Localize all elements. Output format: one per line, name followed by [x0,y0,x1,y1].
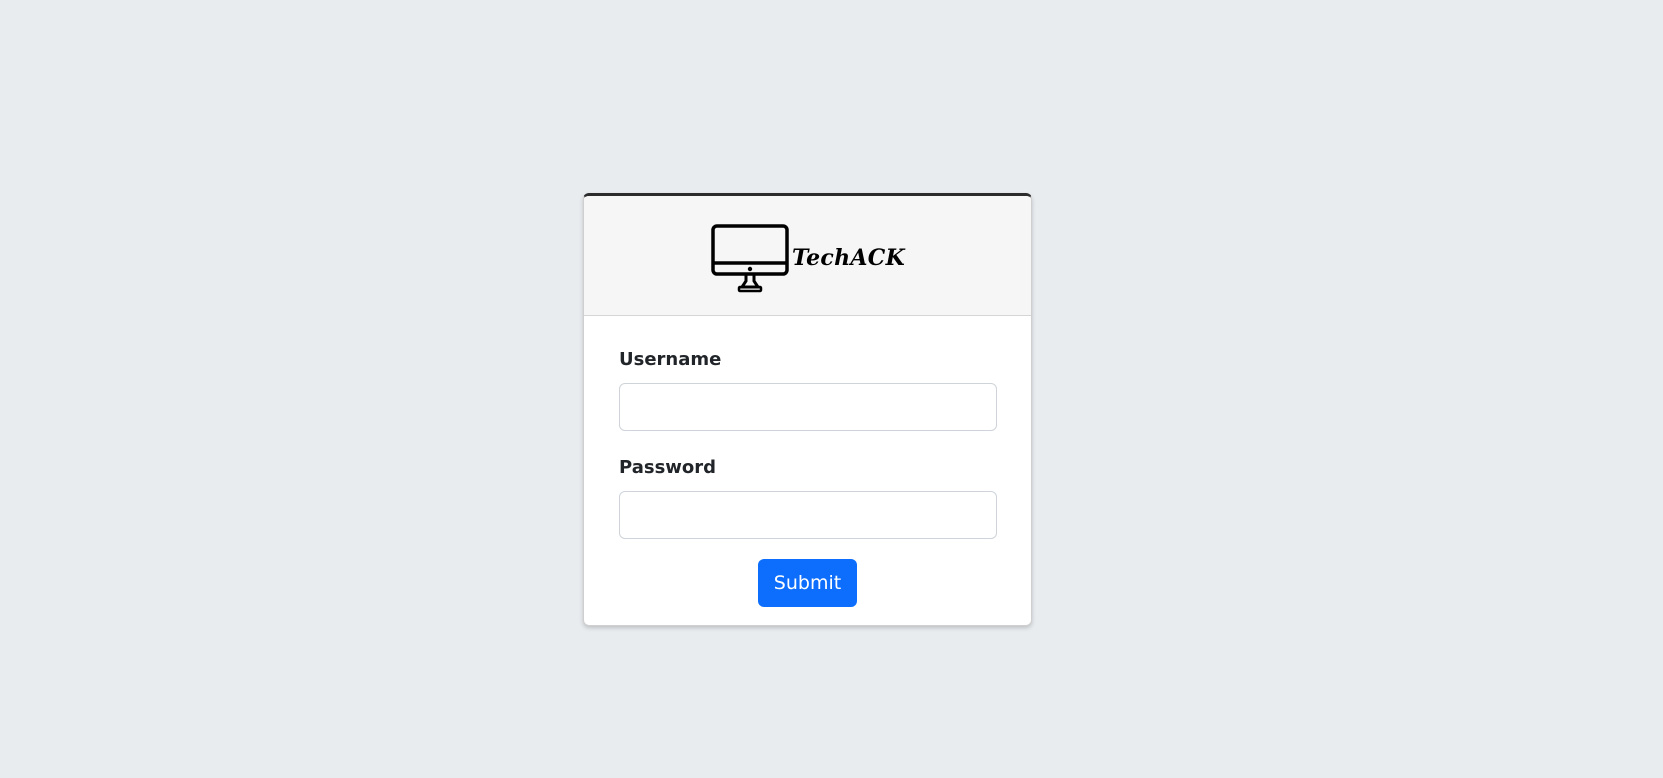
card-header: TechACK [584,196,1031,316]
submit-button[interactable]: Submit [757,559,858,607]
password-input[interactable] [619,491,997,539]
password-label: Password [619,457,717,478]
username-label: Username [619,349,722,370]
username-input[interactable] [619,383,997,431]
password-group: Password [619,457,997,539]
submit-row: Submit [619,559,996,607]
desktop-monitor-icon [711,223,789,292]
brand-name: TechACK [791,244,906,271]
login-card: TechACK Username Password Submit [583,193,1032,626]
login-form: Username Password Submit [584,316,1031,607]
username-group: Username [619,349,997,431]
brand-logo: TechACK [710,223,905,293]
